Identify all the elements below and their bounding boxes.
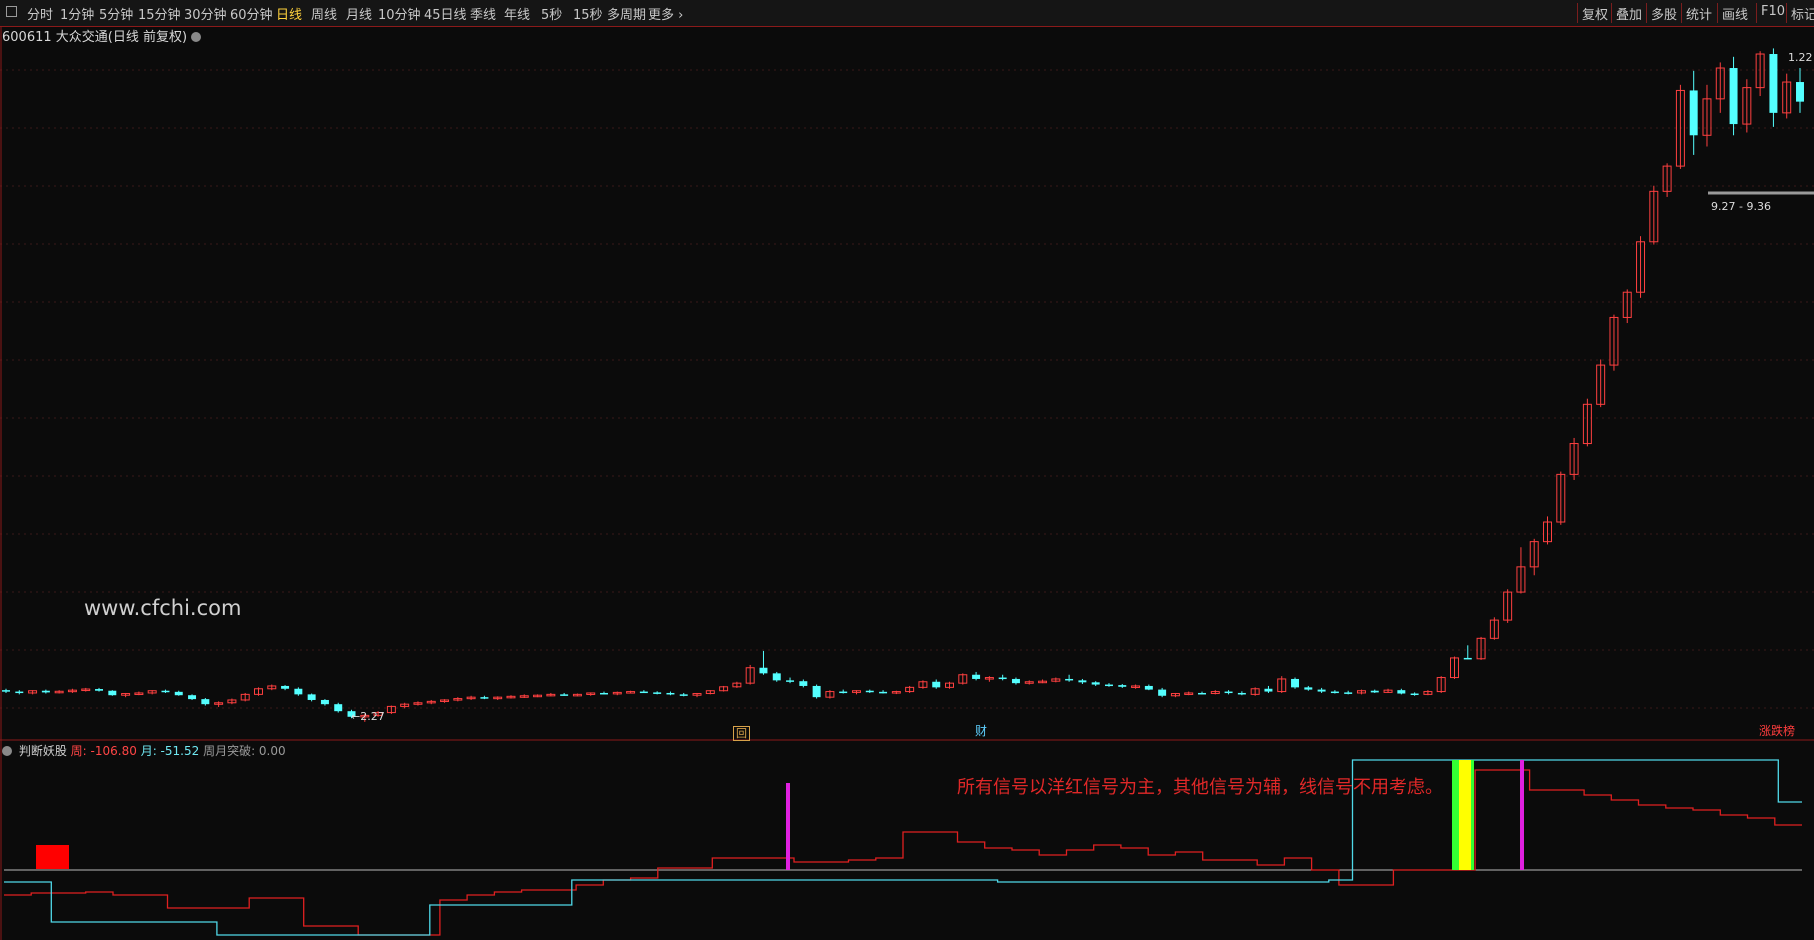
candle-body-down [281,685,290,689]
candle-body-down [95,689,104,691]
candle-body-down [307,694,316,700]
candle-body-down [639,691,648,694]
signal-note: 所有信号以洋红信号为主，其他信号为辅，线信号不用考虑。 [957,777,1443,798]
candle-body-down [1689,90,1698,136]
candle-body-down [799,681,808,686]
breakout-value: 周月突破: 0.00 [203,744,286,758]
candle-body-down [1769,54,1778,113]
candle-body-down [1264,688,1273,692]
candle-body-down [1078,680,1087,683]
week-value: 周: -106.80 [70,744,137,758]
candle-body-down [679,694,688,696]
candle-body-down [1291,678,1300,688]
indicator-settings-icon[interactable] [2,746,12,756]
candle-body-down [1104,684,1113,687]
candle-body-down [879,691,888,694]
candle-body-down [1397,690,1406,694]
candle-body-down [1011,678,1020,684]
candle-body-down [1198,692,1206,695]
candle-body-down [1065,678,1074,681]
candle-body-down [1091,682,1100,685]
high-price-label: 1.22 [1788,51,1813,64]
candle-body-down [600,692,608,695]
candle-body-down [1158,689,1167,696]
candle-body-down [839,691,848,694]
candle-body-down [932,681,941,688]
candle-body-down [1144,685,1153,690]
candle-body-down [772,673,781,681]
candle-body-down [865,690,874,693]
candle-body-down [1118,685,1127,687]
candle-body-down [161,690,170,693]
candle-body-down [1237,692,1246,695]
candle-body-down [320,699,329,705]
candle-body-down [1317,689,1326,692]
limit-up-list-badge[interactable]: 涨跌榜 [1757,725,1797,738]
candle-body-down [480,697,489,699]
candle-body-down [201,699,210,705]
candle-body-down [188,695,197,700]
signal-bar-magenta [1520,760,1524,870]
signal-bar-green [1452,760,1459,870]
candle-body-down [334,704,343,712]
month-value: 月: -51.52 [140,744,200,758]
candle-body-down [174,691,183,696]
candle-body-down [1796,82,1804,102]
low-price-label: ←2.27 [351,710,385,723]
signal-bar-yellow [1459,760,1471,870]
candle-body-down [998,677,1007,680]
signal-bar-green [1471,760,1474,870]
candle-body-down [2,690,10,692]
candle-body-down [1224,691,1233,694]
candle-body-down [1344,692,1353,694]
candle-body-down [108,690,117,696]
indicator-name: 判断妖股 [18,744,67,758]
indicator-header: 判断妖股 周: -106.80 月: -51.52 周月突破: 0.00 [2,742,286,759]
signal-bar-magenta [786,783,790,870]
candle-body-down [41,690,50,693]
range-price-label: 9.27 - 9.36 [1711,200,1771,213]
candle-body-down [1729,68,1738,125]
week-line [4,769,1802,936]
candle-body-down [560,694,569,696]
candle-body-down [15,691,24,694]
candle-body-down [653,692,662,694]
candle-body-down [972,674,981,679]
signal-block-red [36,845,69,869]
candle-body-down [759,667,768,674]
candle-body-down [786,680,795,682]
candle-body-down [666,692,675,695]
candle-body-down [812,685,821,698]
candle-body-down [1370,690,1379,693]
finance-badge[interactable]: 财 [973,725,989,738]
candle-body-down [1463,657,1472,660]
event-badge-o[interactable]: 回 [733,726,750,741]
candle-body-down [294,688,303,695]
candle-body-down [1304,687,1313,690]
candle-body-down [1330,691,1339,694]
candle-body-down [1410,693,1419,696]
kline-chart[interactable] [0,0,1814,940]
